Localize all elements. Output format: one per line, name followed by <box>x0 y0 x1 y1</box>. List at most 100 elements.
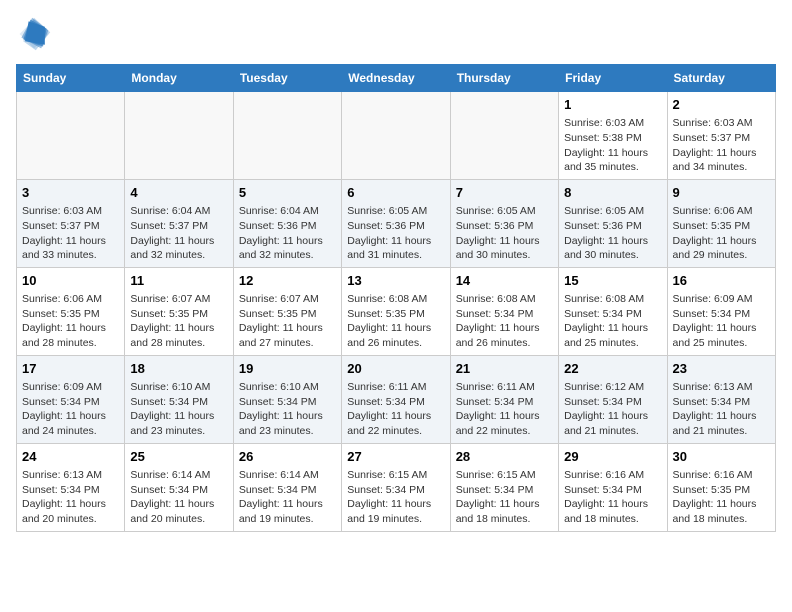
day-number: 2 <box>673 96 770 114</box>
day-number: 11 <box>130 272 227 290</box>
day-info: Sunrise: 6:14 AMSunset: 5:34 PMDaylight:… <box>130 468 227 527</box>
calendar-day-cell: 26Sunrise: 6:14 AMSunset: 5:34 PMDayligh… <box>233 443 341 531</box>
day-number: 21 <box>456 360 553 378</box>
calendar-day-cell <box>342 92 450 180</box>
day-number: 6 <box>347 184 444 202</box>
calendar-day-cell: 8 Sunrise: 6:05 AMSunset: 5:36 PMDaylight… <box>559 179 667 267</box>
day-number: 19 <box>239 360 336 378</box>
day-info: Sunrise: 6:05 AMSunset: 5:36 PMDaylight:… <box>347 204 444 263</box>
day-number: 7 <box>456 184 553 202</box>
calendar-day-cell <box>450 92 558 180</box>
calendar-day-cell: 16 Sunrise: 6:09 AMSunset: 5:34 PMDayligh… <box>667 267 775 355</box>
calendar-day-cell: 6 Sunrise: 6:05 AMSunset: 5:36 PMDaylight… <box>342 179 450 267</box>
day-info: Sunrise: 6:13 AMSunset: 5:34 PMDaylight:… <box>22 468 119 527</box>
day-number: 29 <box>564 448 661 466</box>
day-info: Sunrise: 6:14 AMSunset: 5:34 PMDaylight:… <box>239 468 336 527</box>
calendar-day-cell <box>233 92 341 180</box>
calendar-day-cell: 9 Sunrise: 6:06 AMSunset: 5:35 PMDaylight… <box>667 179 775 267</box>
calendar-day-cell <box>125 92 233 180</box>
day-info: Sunrise: 6:08 AMSunset: 5:34 PMDaylight:… <box>456 292 553 351</box>
calendar-day-cell: 15 Sunrise: 6:08 AMSunset: 5:34 PMDayligh… <box>559 267 667 355</box>
day-number: 10 <box>22 272 119 290</box>
day-info: Sunrise: 6:10 AMSunset: 5:34 PMDaylight:… <box>239 380 336 439</box>
calendar-day-cell: 3 Sunrise: 6:03 AMSunset: 5:37 PMDaylight… <box>17 179 125 267</box>
day-info: Sunrise: 6:12 AMSunset: 5:34 PMDaylight:… <box>564 380 661 439</box>
day-number: 1 <box>564 96 661 114</box>
weekday-header: Friday <box>559 65 667 92</box>
weekday-header: Sunday <box>17 65 125 92</box>
day-number: 12 <box>239 272 336 290</box>
calendar-day-cell: 27 Sunrise: 6:15 AMSunset: 5:34 PMDayligh… <box>342 443 450 531</box>
day-info: Sunrise: 6:16 AMSunset: 5:35 PMDaylight:… <box>673 468 770 527</box>
calendar-day-cell: 5 Sunrise: 6:04 AMSunset: 5:36 PMDaylight… <box>233 179 341 267</box>
weekday-header: Tuesday <box>233 65 341 92</box>
day-info: Sunrise: 6:08 AMSunset: 5:35 PMDaylight:… <box>347 292 444 351</box>
page-header <box>16 16 776 52</box>
day-info: Sunrise: 6:10 AMSunset: 5:34 PMDaylight:… <box>130 380 227 439</box>
logo-icon <box>16 16 52 52</box>
day-info: Sunrise: 6:15 AMSunset: 5:34 PMDaylight:… <box>456 468 553 527</box>
day-number: 9 <box>673 184 770 202</box>
day-number: 24 <box>22 448 119 466</box>
calendar-day-cell: 10 Sunrise: 6:06 AMSunset: 5:35 PMDayligh… <box>17 267 125 355</box>
day-info: Sunrise: 6:16 AMSunset: 5:34 PMDaylight:… <box>564 468 661 527</box>
day-number: 15 <box>564 272 661 290</box>
day-info: Sunrise: 6:04 AMSunset: 5:37 PMDaylight:… <box>130 204 227 263</box>
day-info: Sunrise: 6:15 AMSunset: 5:34 PMDaylight:… <box>347 468 444 527</box>
calendar-week-row: 17 Sunrise: 6:09 AMSunset: 5:34 PMDayligh… <box>17 355 776 443</box>
day-info: Sunrise: 6:06 AMSunset: 5:35 PMDaylight:… <box>673 204 770 263</box>
day-number: 8 <box>564 184 661 202</box>
day-number: 16 <box>673 272 770 290</box>
day-info: Sunrise: 6:11 AMSunset: 5:34 PMDaylight:… <box>347 380 444 439</box>
day-info: Sunrise: 6:09 AMSunset: 5:34 PMDaylight:… <box>22 380 119 439</box>
day-info: Sunrise: 6:07 AMSunset: 5:35 PMDaylight:… <box>130 292 227 351</box>
calendar-day-cell: 4 Sunrise: 6:04 AMSunset: 5:37 PMDaylight… <box>125 179 233 267</box>
day-number: 18 <box>130 360 227 378</box>
day-info: Sunrise: 6:03 AMSunset: 5:38 PMDaylight:… <box>564 116 661 175</box>
calendar-week-row: 24 Sunrise: 6:13 AMSunset: 5:34 PMDayligh… <box>17 443 776 531</box>
calendar-day-cell: 22 Sunrise: 6:12 AMSunset: 5:34 PMDayligh… <box>559 355 667 443</box>
calendar-day-cell: 18 Sunrise: 6:10 AMSunset: 5:34 PMDayligh… <box>125 355 233 443</box>
day-info: Sunrise: 6:08 AMSunset: 5:34 PMDaylight:… <box>564 292 661 351</box>
calendar-day-cell: 17 Sunrise: 6:09 AMSunset: 5:34 PMDayligh… <box>17 355 125 443</box>
calendar-day-cell: 2 Sunrise: 6:03 AMSunset: 5:37 PMDaylight… <box>667 92 775 180</box>
calendar-day-cell: 19 Sunrise: 6:10 AMSunset: 5:34 PMDayligh… <box>233 355 341 443</box>
calendar-day-cell: 24 Sunrise: 6:13 AMSunset: 5:34 PMDayligh… <box>17 443 125 531</box>
weekday-header: Saturday <box>667 65 775 92</box>
calendar-day-cell: 23 Sunrise: 6:13 AMSunset: 5:34 PMDayligh… <box>667 355 775 443</box>
day-info: Sunrise: 6:11 AMSunset: 5:34 PMDaylight:… <box>456 380 553 439</box>
weekday-header: Wednesday <box>342 65 450 92</box>
calendar-day-cell: 12Sunrise: 6:07 AMSunset: 5:35 PMDayligh… <box>233 267 341 355</box>
weekday-header: Monday <box>125 65 233 92</box>
calendar-day-cell: 28Sunrise: 6:15 AMSunset: 5:34 PMDayligh… <box>450 443 558 531</box>
day-number: 25 <box>130 448 227 466</box>
day-number: 27 <box>347 448 444 466</box>
day-info: Sunrise: 6:03 AMSunset: 5:37 PMDaylight:… <box>673 116 770 175</box>
calendar-day-cell: 29 Sunrise: 6:16 AMSunset: 5:34 PMDayligh… <box>559 443 667 531</box>
calendar-day-cell: 1 Sunrise: 6:03 AMSunset: 5:38 PMDaylight… <box>559 92 667 180</box>
calendar-day-cell: 25 Sunrise: 6:14 AMSunset: 5:34 PMDayligh… <box>125 443 233 531</box>
day-info: Sunrise: 6:05 AMSunset: 5:36 PMDaylight:… <box>564 204 661 263</box>
calendar-day-cell: 14Sunrise: 6:08 AMSunset: 5:34 PMDayligh… <box>450 267 558 355</box>
day-number: 30 <box>673 448 770 466</box>
day-number: 20 <box>347 360 444 378</box>
weekday-header: Thursday <box>450 65 558 92</box>
day-number: 17 <box>22 360 119 378</box>
day-number: 23 <box>673 360 770 378</box>
day-info: Sunrise: 6:03 AMSunset: 5:37 PMDaylight:… <box>22 204 119 263</box>
day-info: Sunrise: 6:13 AMSunset: 5:34 PMDaylight:… <box>673 380 770 439</box>
day-number: 5 <box>239 184 336 202</box>
day-info: Sunrise: 6:05 AMSunset: 5:36 PMDaylight:… <box>456 204 553 263</box>
day-number: 3 <box>22 184 119 202</box>
calendar-day-cell: 13Sunrise: 6:08 AMSunset: 5:35 PMDayligh… <box>342 267 450 355</box>
day-info: Sunrise: 6:06 AMSunset: 5:35 PMDaylight:… <box>22 292 119 351</box>
day-info: Sunrise: 6:04 AMSunset: 5:36 PMDaylight:… <box>239 204 336 263</box>
calendar-day-cell <box>17 92 125 180</box>
calendar-day-cell: 7 Sunrise: 6:05 AMSunset: 5:36 PMDaylight… <box>450 179 558 267</box>
calendar-day-cell: 21 Sunrise: 6:11 AMSunset: 5:34 PMDayligh… <box>450 355 558 443</box>
calendar-day-cell: 30 Sunrise: 6:16 AMSunset: 5:35 PMDayligh… <box>667 443 775 531</box>
day-number: 4 <box>130 184 227 202</box>
day-number: 22 <box>564 360 661 378</box>
calendar-table: SundayMondayTuesdayWednesdayThursdayFrid… <box>16 64 776 532</box>
day-info: Sunrise: 6:09 AMSunset: 5:34 PMDaylight:… <box>673 292 770 351</box>
